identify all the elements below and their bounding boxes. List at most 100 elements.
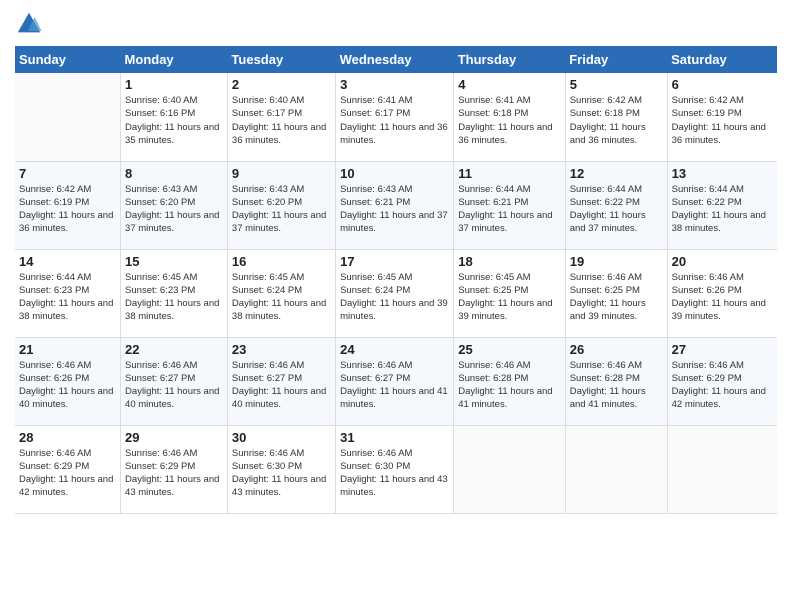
calendar-cell: 19 Sunrise: 6:46 AMSunset: 6:25 PMDayligh… (565, 249, 667, 337)
day-info: Sunrise: 6:43 AMSunset: 6:21 PMDaylight:… (340, 183, 449, 236)
calendar-cell: 11 Sunrise: 6:44 AMSunset: 6:21 PMDayligh… (454, 161, 565, 249)
calendar-cell: 3Sunrise: 6:41 AMSunset: 6:17 PMDaylight… (336, 73, 454, 161)
calendar-cell: 23Sunrise: 6:46 AMSunset: 6:27 PMDayligh… (227, 337, 335, 425)
calendar-cell: 5 Sunrise: 6:42 AMSunset: 6:18 PMDaylight… (565, 73, 667, 161)
calendar-cell: 27 Sunrise: 6:46 AMSunset: 6:29 PMDayligh… (667, 337, 777, 425)
column-header-friday: Friday (565, 46, 667, 73)
calendar-cell: 4 Sunrise: 6:41 AMSunset: 6:18 PMDaylight… (454, 73, 565, 161)
day-info: Sunrise: 6:43 AMSunset: 6:20 PMDaylight:… (125, 183, 223, 236)
calendar-cell: 29 Sunrise: 6:46 AMSunset: 6:29 PMDayligh… (121, 425, 228, 513)
day-info: Sunrise: 6:41 AMSunset: 6:18 PMDaylight:… (458, 94, 560, 147)
calendar-week-row: 1Sunrise: 6:40 AMSunset: 6:16 PMDaylight… (15, 73, 777, 161)
calendar-cell: 1Sunrise: 6:40 AMSunset: 6:16 PMDaylight… (121, 73, 228, 161)
calendar-cell: 10 Sunrise: 6:43 AMSunset: 6:21 PMDayligh… (336, 161, 454, 249)
day-info: Sunrise: 6:45 AMSunset: 6:24 PMDaylight:… (232, 271, 331, 324)
day-info: Sunrise: 6:46 AMSunset: 6:25 PMDaylight:… (570, 271, 663, 324)
column-header-sunday: Sunday (15, 46, 121, 73)
day-number: 27 (672, 342, 773, 357)
day-number: 10 (340, 166, 449, 181)
calendar-cell (454, 425, 565, 513)
calendar-cell: 30 Sunrise: 6:46 AMSunset: 6:30 PMDayligh… (227, 425, 335, 513)
page-header (15, 10, 777, 38)
calendar-cell: 2 Sunrise: 6:40 AMSunset: 6:17 PMDaylight… (227, 73, 335, 161)
day-number: 30 (232, 430, 331, 445)
day-info: Sunrise: 6:46 AMSunset: 6:26 PMDaylight:… (672, 271, 773, 324)
day-info: Sunrise: 6:46 AMSunset: 6:30 PMDaylight:… (340, 447, 449, 500)
calendar-cell: 15Sunrise: 6:45 AMSunset: 6:23 PMDayligh… (121, 249, 228, 337)
day-number: 28 (19, 430, 116, 445)
calendar-cell: 21 Sunrise: 6:46 AMSunset: 6:26 PMDayligh… (15, 337, 121, 425)
day-number: 14 (19, 254, 116, 269)
calendar-header-row: SundayMondayTuesdayWednesdayThursdayFrid… (15, 46, 777, 73)
day-info: Sunrise: 6:45 AMSunset: 6:25 PMDaylight:… (458, 271, 560, 324)
calendar-cell: 9 Sunrise: 6:43 AMSunset: 6:20 PMDaylight… (227, 161, 335, 249)
calendar-cell (667, 425, 777, 513)
calendar-cell: 14Sunrise: 6:44 AMSunset: 6:23 PMDayligh… (15, 249, 121, 337)
day-info: Sunrise: 6:46 AMSunset: 6:29 PMDaylight:… (19, 447, 116, 500)
day-info: Sunrise: 6:43 AMSunset: 6:20 PMDaylight:… (232, 183, 331, 236)
page: SundayMondayTuesdayWednesdayThursdayFrid… (0, 0, 792, 612)
day-number: 9 (232, 166, 331, 181)
column-header-saturday: Saturday (667, 46, 777, 73)
day-info: Sunrise: 6:46 AMSunset: 6:27 PMDaylight:… (125, 359, 223, 412)
calendar-cell: 18 Sunrise: 6:45 AMSunset: 6:25 PMDayligh… (454, 249, 565, 337)
calendar-cell: 12 Sunrise: 6:44 AMSunset: 6:22 PMDayligh… (565, 161, 667, 249)
day-number: 21 (19, 342, 116, 357)
column-header-wednesday: Wednesday (336, 46, 454, 73)
day-number: 18 (458, 254, 560, 269)
day-number: 20 (672, 254, 773, 269)
day-info: Sunrise: 6:44 AMSunset: 6:21 PMDaylight:… (458, 183, 560, 236)
day-number: 12 (570, 166, 663, 181)
calendar-cell: 28 Sunrise: 6:46 AMSunset: 6:29 PMDayligh… (15, 425, 121, 513)
day-number: 23 (232, 342, 331, 357)
day-info: Sunrise: 6:46 AMSunset: 6:30 PMDaylight:… (232, 447, 331, 500)
day-info: Sunrise: 6:46 AMSunset: 6:27 PMDaylight:… (340, 359, 449, 412)
day-number: 3 (340, 77, 449, 92)
calendar-cell: 16 Sunrise: 6:45 AMSunset: 6:24 PMDayligh… (227, 249, 335, 337)
calendar-week-row: 7 Sunrise: 6:42 AMSunset: 6:19 PMDaylight… (15, 161, 777, 249)
day-number: 1 (125, 77, 223, 92)
day-number: 15 (125, 254, 223, 269)
day-info: Sunrise: 6:46 AMSunset: 6:28 PMDaylight:… (570, 359, 663, 412)
day-number: 25 (458, 342, 560, 357)
column-header-thursday: Thursday (454, 46, 565, 73)
day-number: 31 (340, 430, 449, 445)
day-info: Sunrise: 6:45 AMSunset: 6:24 PMDaylight:… (340, 271, 449, 324)
calendar-week-row: 14Sunrise: 6:44 AMSunset: 6:23 PMDayligh… (15, 249, 777, 337)
calendar-cell: 25 Sunrise: 6:46 AMSunset: 6:28 PMDayligh… (454, 337, 565, 425)
day-number: 29 (125, 430, 223, 445)
calendar-cell: 17Sunrise: 6:45 AMSunset: 6:24 PMDayligh… (336, 249, 454, 337)
day-number: 26 (570, 342, 663, 357)
day-info: Sunrise: 6:44 AMSunset: 6:22 PMDaylight:… (672, 183, 773, 236)
day-number: 2 (232, 77, 331, 92)
day-info: Sunrise: 6:46 AMSunset: 6:26 PMDaylight:… (19, 359, 116, 412)
day-number: 7 (19, 166, 116, 181)
calendar-table: SundayMondayTuesdayWednesdayThursdayFrid… (15, 46, 777, 514)
column-header-monday: Monday (121, 46, 228, 73)
day-number: 16 (232, 254, 331, 269)
day-info: Sunrise: 6:42 AMSunset: 6:19 PMDaylight:… (672, 94, 773, 147)
day-info: Sunrise: 6:46 AMSunset: 6:29 PMDaylight:… (672, 359, 773, 412)
calendar-cell (565, 425, 667, 513)
day-info: Sunrise: 6:44 AMSunset: 6:22 PMDaylight:… (570, 183, 663, 236)
day-info: Sunrise: 6:46 AMSunset: 6:29 PMDaylight:… (125, 447, 223, 500)
calendar-cell: 8Sunrise: 6:43 AMSunset: 6:20 PMDaylight… (121, 161, 228, 249)
day-number: 4 (458, 77, 560, 92)
logo-icon (15, 10, 43, 38)
calendar-cell: 26 Sunrise: 6:46 AMSunset: 6:28 PMDayligh… (565, 337, 667, 425)
calendar-cell (15, 73, 121, 161)
calendar-cell: 22Sunrise: 6:46 AMSunset: 6:27 PMDayligh… (121, 337, 228, 425)
calendar-week-row: 21 Sunrise: 6:46 AMSunset: 6:26 PMDayligh… (15, 337, 777, 425)
day-number: 6 (672, 77, 773, 92)
day-number: 11 (458, 166, 560, 181)
calendar-week-row: 28 Sunrise: 6:46 AMSunset: 6:29 PMDayligh… (15, 425, 777, 513)
calendar-cell: 20 Sunrise: 6:46 AMSunset: 6:26 PMDayligh… (667, 249, 777, 337)
day-number: 5 (570, 77, 663, 92)
day-number: 24 (340, 342, 449, 357)
calendar-cell: 6 Sunrise: 6:42 AMSunset: 6:19 PMDaylight… (667, 73, 777, 161)
day-info: Sunrise: 6:40 AMSunset: 6:17 PMDaylight:… (232, 94, 331, 147)
day-number: 19 (570, 254, 663, 269)
day-info: Sunrise: 6:42 AMSunset: 6:18 PMDaylight:… (570, 94, 663, 147)
day-info: Sunrise: 6:46 AMSunset: 6:28 PMDaylight:… (458, 359, 560, 412)
day-info: Sunrise: 6:42 AMSunset: 6:19 PMDaylight:… (19, 183, 116, 236)
